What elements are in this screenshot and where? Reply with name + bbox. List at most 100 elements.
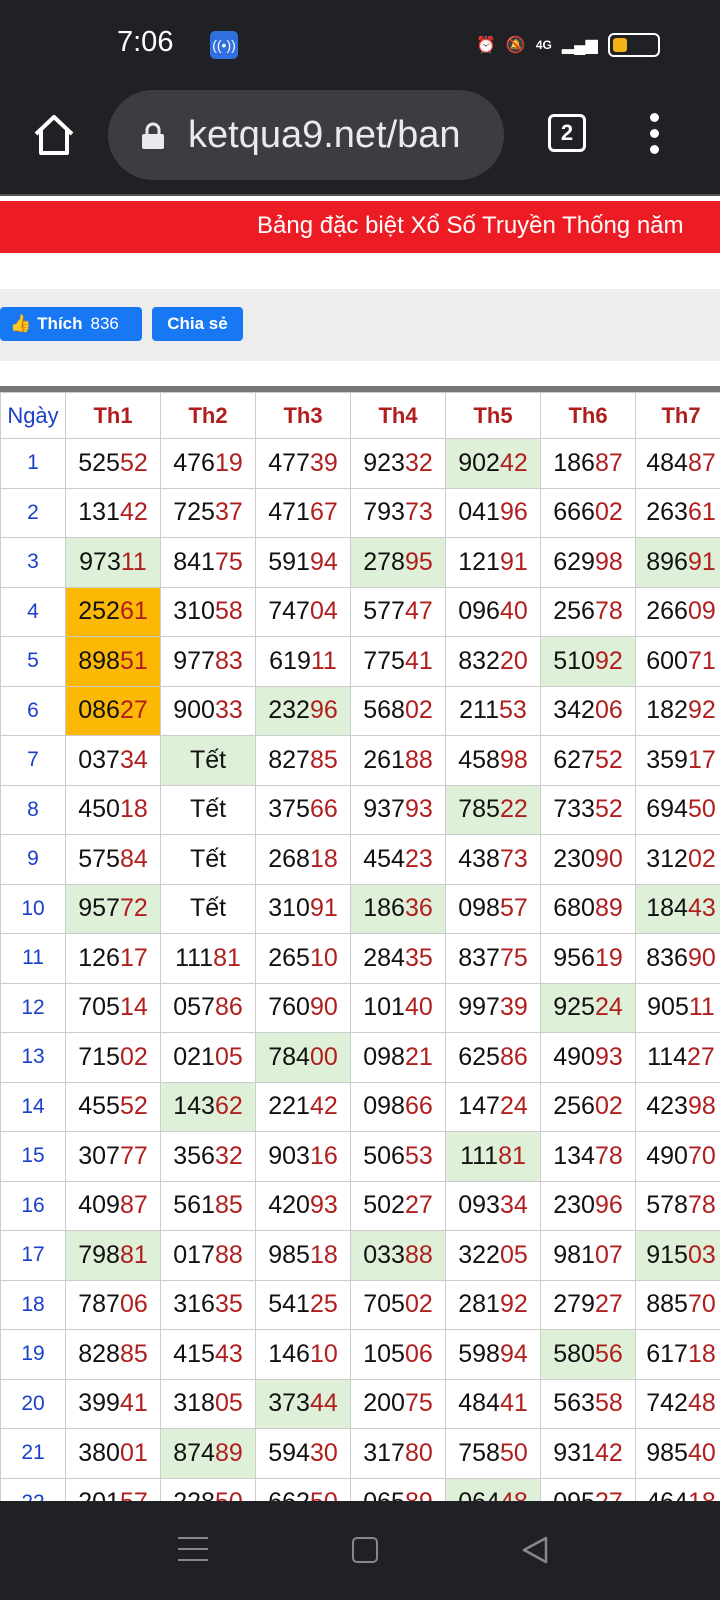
result-cell: 25678: [540, 586, 636, 637]
header-th5: Th5: [445, 392, 541, 439]
table-row: 2 13142 72537 47167 79373 04196 66602 26361: [0, 487, 720, 538]
hotspot-icon: ((•)): [210, 31, 238, 59]
result-cell: 09334: [445, 1180, 541, 1231]
table-row: 19 82885 41543 14610 10506 59894 58056 61718: [0, 1329, 720, 1380]
result-cell: 90511: [635, 982, 720, 1033]
result-cell: 82785: [255, 735, 351, 786]
result-cell: 69450: [635, 784, 720, 835]
result-cell: 14362: [160, 1081, 256, 1132]
result-cell: 74248: [635, 1378, 720, 1429]
result-cell: 11181: [445, 1131, 541, 1182]
like-label: Thích: [37, 314, 83, 333]
result-cell: 47619: [160, 438, 256, 489]
day-cell: 22: [0, 1477, 66, 1501]
result-cell: 83775: [445, 933, 541, 984]
status-time: 7:06: [117, 26, 174, 58]
result-cell: 28192: [445, 1279, 541, 1330]
result-cell: 40987: [65, 1180, 161, 1231]
mute-icon: 🔕: [505, 37, 526, 54]
result-cell: 13478: [540, 1131, 636, 1182]
result-cell: 83220: [445, 636, 541, 687]
result-cell: 93793: [350, 784, 446, 835]
title-banner: Bảng đặc biệt Xổ Số Truyền Thống năm: [0, 201, 720, 253]
home-icon[interactable]: [32, 112, 76, 158]
day-cell: 8: [0, 784, 66, 835]
result-cell: 54125: [255, 1279, 351, 1330]
result-cell: 26361: [635, 487, 720, 538]
results-table-container[interactable]: Ngày Th1 Th2 Th3 Th4 Th5 Th6 Th7 1 52552 47619 477…: [0, 386, 720, 1501]
more-menu-icon[interactable]: [648, 110, 660, 158]
facebook-share-button[interactable]: Chia sẻ: [152, 307, 243, 341]
result-cell: 99739: [445, 982, 541, 1033]
result-cell: 18636: [350, 883, 446, 934]
result-cell: 75850: [445, 1428, 541, 1479]
day-cell: 5: [0, 636, 66, 687]
result-cell: 18292: [635, 685, 720, 736]
result-cell: 22850: [160, 1477, 256, 1501]
day-cell: 6: [0, 685, 66, 736]
result-cell: 79881: [65, 1230, 161, 1281]
result-cell: 12191: [445, 537, 541, 588]
day-cell: 20: [0, 1378, 66, 1429]
result-cell: 06589: [350, 1477, 446, 1501]
back-icon[interactable]: [520, 1535, 550, 1565]
result-cell: 38001: [65, 1428, 161, 1479]
results-table: Ngày Th1 Th2 Th3 Th4 Th5 Th6 Th7 1 52552 47619 477…: [0, 392, 720, 1501]
result-cell: 90316: [255, 1131, 351, 1182]
result-cell: 51092: [540, 636, 636, 687]
result-cell: 32205: [445, 1230, 541, 1281]
result-cell: 11181: [160, 933, 256, 984]
recent-apps-icon[interactable]: [178, 1537, 208, 1565]
day-cell: 11: [0, 933, 66, 984]
header-th2: Th2: [160, 392, 256, 439]
result-cell: 31202: [635, 834, 720, 885]
facebook-like-button[interactable]: 👍 Thích 836: [0, 307, 142, 341]
lock-icon: [142, 122, 164, 149]
table-row: 9 57584 Tết 26818 45423 43873 23090 31202: [0, 834, 720, 885]
day-cell: 12: [0, 982, 66, 1033]
result-cell: 59894: [445, 1329, 541, 1380]
browser-toolbar: ketqua9.net/ban 2: [0, 88, 720, 196]
result-cell: 27927: [540, 1279, 636, 1330]
result-cell: 37566: [255, 784, 351, 835]
result-cell: 31058: [160, 586, 256, 637]
result-cell: 42398: [635, 1081, 720, 1132]
result-cell: 03388: [350, 1230, 446, 1281]
result-cell: 45898: [445, 735, 541, 786]
day-cell: 9: [0, 834, 66, 885]
result-cell: 59430: [255, 1428, 351, 1479]
home-nav-icon[interactable]: [352, 1537, 378, 1563]
result-cell: 92332: [350, 438, 446, 489]
result-cell: 78706: [65, 1279, 161, 1330]
result-cell: 62586: [445, 1032, 541, 1083]
result-cell: 09866: [350, 1081, 446, 1132]
result-cell: 21153: [445, 685, 541, 736]
result-cell: 09821: [350, 1032, 446, 1083]
result-cell: 26609: [635, 586, 720, 637]
result-cell: 45552: [65, 1081, 161, 1132]
like-count: 836: [90, 314, 119, 333]
status-icons: ⏰ 🔕 4G ▂▄▆: [476, 30, 660, 60]
result-cell: 45423: [350, 834, 446, 885]
result-cell: 49070: [635, 1131, 720, 1182]
address-bar[interactable]: ketqua9.net/ban: [108, 90, 504, 180]
result-cell: 05786: [160, 982, 256, 1033]
result-cell: 13142: [65, 487, 161, 538]
tab-switcher-button[interactable]: 2: [548, 114, 586, 152]
result-cell: 76090: [255, 982, 351, 1033]
status-bar: 7:06 ((•)) ⏰ 🔕 4G ▂▄▆: [0, 0, 720, 88]
result-cell: 92524: [540, 982, 636, 1033]
battery-icon: [607, 33, 660, 57]
result-cell: 88570: [635, 1279, 720, 1330]
table-header-row: Ngày Th1 Th2 Th3 Th4 Th5 Th6 Th7: [0, 392, 720, 439]
result-cell: 74704: [255, 586, 351, 637]
result-cell: 97783: [160, 636, 256, 687]
header-th3: Th3: [255, 392, 351, 439]
result-cell: 66602: [540, 487, 636, 538]
result-cell: 60071: [635, 636, 720, 687]
result-cell: 98540: [635, 1428, 720, 1479]
result-cell: 26188: [350, 735, 446, 786]
result-cell: 31091: [255, 883, 351, 934]
result-cell: 90033: [160, 685, 256, 736]
result-cell: 66250: [255, 1477, 351, 1501]
